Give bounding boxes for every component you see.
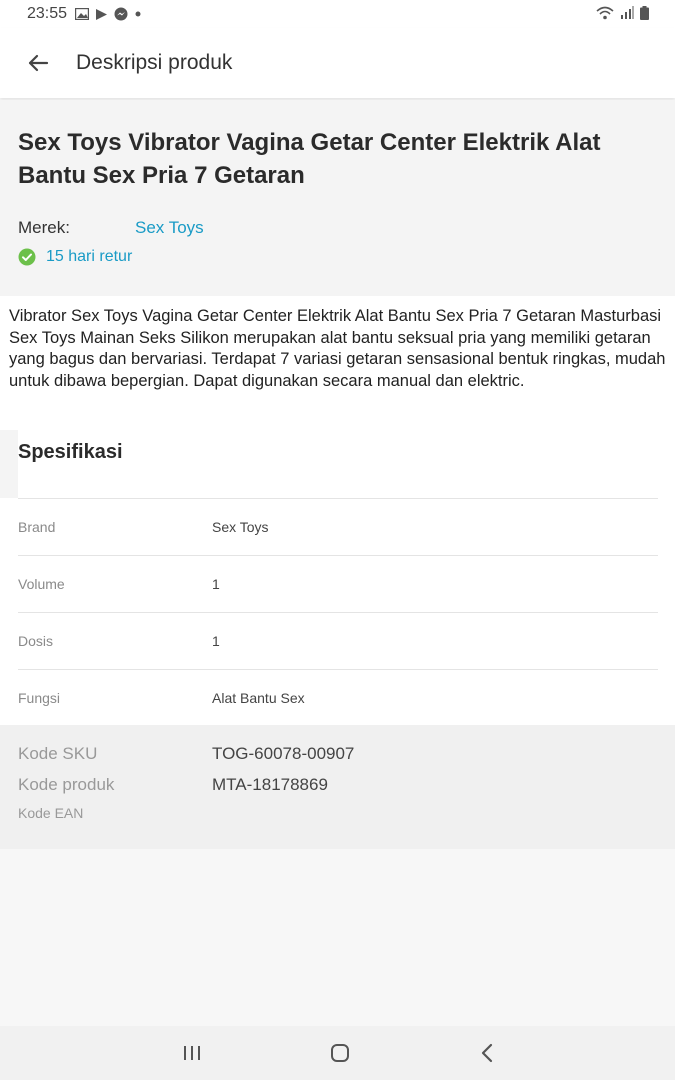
spec-label: Brand [18, 519, 56, 535]
app-bar: Deskripsi produk [0, 28, 675, 98]
wifi-icon [596, 6, 614, 20]
arrow-left-icon [28, 54, 49, 72]
page-title: Deskripsi produk [76, 51, 233, 74]
product-code-value: MTA-18178869 [212, 775, 328, 794]
home-icon [331, 1044, 349, 1062]
spec-row: Fungsi Alat Bantu Sex [18, 669, 658, 726]
status-bar: 23:55 [0, 0, 675, 28]
gallery-icon [75, 8, 90, 20]
system-nav-bar [0, 1026, 675, 1080]
product-title: Sex Toys Vibrator Vagina Getar Center El… [18, 129, 601, 189]
return-policy: 15 hari retur [18, 248, 132, 266]
return-text: 15 hari retur [46, 248, 133, 265]
battery-icon [640, 6, 649, 20]
spec-title: Spesifikasi [18, 441, 123, 463]
ean-label: Kode EAN [18, 805, 84, 821]
spec-value: Alat Bantu Sex [212, 690, 305, 706]
spec-value: 1 [212, 576, 220, 592]
spec-label: Volume [18, 576, 65, 592]
system-back-button[interactable] [467, 1039, 507, 1067]
spec-value: Sex Toys [212, 519, 269, 535]
back-button[interactable] [18, 43, 58, 83]
product-codes: Kode SKU TOG-60078-00907 Kode produk MTA… [0, 725, 675, 849]
product-code-row: Kode produk MTA-18178869 [18, 775, 328, 795]
spec-header-accent [0, 430, 18, 498]
spec-label: Fungsi [18, 690, 61, 706]
dot-icon [135, 11, 141, 17]
recent-apps-icon [184, 1046, 200, 1060]
recent-apps-button[interactable] [172, 1039, 212, 1067]
spec-value: 1 [212, 633, 220, 649]
home-button[interactable] [320, 1039, 360, 1067]
product-code-label: Kode produk [18, 775, 115, 794]
status-system-icons [596, 6, 649, 20]
brand-link[interactable]: Sex Toys [135, 218, 204, 238]
spec-label: Dosis [18, 633, 54, 649]
description-section: Vibrator Sex Toys Vagina Getar Center El… [0, 296, 675, 430]
product-header: Sex Toys Vibrator Vagina Getar Center El… [0, 100, 675, 296]
specification-section: Spesifikasi Brand Sex Toys Volume 1 Dosi… [0, 430, 675, 725]
spec-row: Dosis 1 [18, 612, 658, 669]
product-description: Vibrator Sex Toys Vagina Getar Center El… [9, 307, 666, 390]
spec-row: Brand Sex Toys [18, 498, 658, 555]
brand-label: Merek: [18, 218, 70, 237]
status-time: 23:55 [27, 5, 68, 22]
play-store-icon [96, 8, 108, 20]
sku-label: Kode SKU [18, 744, 98, 763]
sku-value: TOG-60078-00907 [212, 744, 355, 763]
spec-row: Volume 1 [18, 555, 658, 612]
back-icon [481, 1043, 493, 1063]
sku-row: Kode SKU TOG-60078-00907 [18, 744, 354, 764]
status-notification-icons [75, 7, 142, 21]
signal-icon [621, 6, 634, 19]
messenger-icon [114, 7, 128, 21]
check-circle-icon [18, 248, 36, 266]
ean-row: Kode EAN [18, 805, 212, 821]
